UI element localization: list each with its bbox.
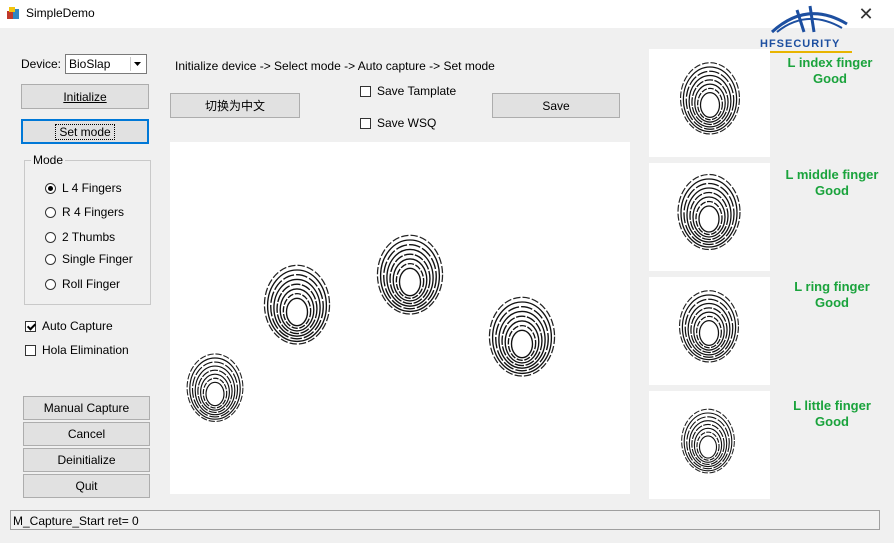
radio-roll[interactable]	[45, 278, 56, 290]
radio-r4[interactable]	[45, 206, 56, 218]
finger-name: L index finger	[787, 55, 873, 70]
save-template-label: Save Tamplate	[377, 84, 457, 98]
save-template-checkbox[interactable]	[360, 85, 371, 97]
app-icon	[7, 7, 19, 19]
mode-option-label: 2 Thumbs	[62, 230, 116, 244]
status-text: M_Capture_Start ret= 0	[13, 514, 139, 528]
save-wsq-label: Save WSQ	[377, 116, 437, 130]
finger-label-ring: L ring finger Good	[776, 279, 888, 311]
mode-option-label: R 4 Fingers	[62, 205, 125, 219]
capture-preview	[170, 142, 630, 494]
auto-capture-option[interactable]: Auto Capture	[25, 319, 113, 333]
initialize-button-label: Initialize	[63, 89, 107, 104]
status-bar: M_Capture_Start ret= 0	[10, 510, 880, 530]
save-button-label: Save	[542, 98, 570, 113]
radio-single[interactable]	[45, 253, 56, 265]
finger-thumb-middle	[649, 163, 770, 271]
radio-thumbs[interactable]	[45, 231, 56, 243]
device-select[interactable]: BioSlap	[65, 54, 147, 74]
initialize-button[interactable]: Initialize	[21, 84, 149, 109]
window-title: SimpleDemo	[26, 6, 95, 20]
instructions-text: Initialize device -> Select mode -> Auto…	[175, 59, 495, 73]
fingerprint-icon	[681, 408, 735, 474]
finger-thumb-ring	[649, 277, 770, 385]
cancel-button[interactable]: Cancel	[23, 422, 150, 446]
finger-thumb-index	[649, 49, 770, 157]
four-finger-image	[186, 234, 556, 423]
chevron-down-icon[interactable]	[130, 57, 144, 71]
manual-capture-label: Manual Capture	[43, 401, 130, 415]
mode-option-r4[interactable]: R 4 Fingers	[45, 205, 124, 219]
fingerprint-icon	[678, 290, 740, 363]
deinitialize-label: Deinitialize	[57, 453, 116, 467]
finger-quality: Good	[815, 295, 849, 310]
auto-capture-label: Auto Capture	[42, 319, 113, 333]
mode-option-label: L 4 Fingers	[62, 181, 122, 195]
finger-name: L ring finger	[794, 279, 870, 294]
mode-option-single[interactable]: Single Finger	[45, 252, 133, 266]
finger-name: L middle finger	[785, 167, 879, 182]
cancel-label: Cancel	[67, 427, 106, 441]
auto-capture-checkbox[interactable]	[25, 320, 36, 332]
hola-elimination-label: Hola Elimination	[42, 343, 129, 357]
finger-thumb-little	[649, 391, 770, 499]
hola-elimination-option[interactable]: Hola Elimination	[25, 343, 129, 357]
set-mode-button[interactable]: Set mode	[21, 119, 149, 144]
switch-language-button[interactable]: 切换为中文	[170, 93, 300, 118]
finger-quality: Good	[815, 183, 849, 198]
device-label: Device:	[21, 57, 62, 71]
mode-option-label: Roll Finger	[62, 277, 121, 291]
quit-label: Quit	[75, 479, 98, 493]
mode-option-roll[interactable]: Roll Finger	[45, 277, 120, 291]
finger-quality: Good	[815, 414, 849, 429]
fingerprint-icon	[679, 62, 741, 135]
mode-option-thumbs[interactable]: 2 Thumbs	[45, 230, 115, 244]
manual-capture-button[interactable]: Manual Capture	[23, 396, 150, 420]
deinitialize-button[interactable]: Deinitialize	[23, 448, 150, 472]
finger-label-middle: L middle finger Good	[776, 167, 888, 199]
save-wsq-checkbox[interactable]	[360, 117, 371, 129]
switch-language-label: 切换为中文	[204, 99, 265, 113]
set-mode-button-label: Set mode	[55, 123, 115, 140]
device-select-value: BioSlap	[69, 57, 111, 71]
finger-label-index: L index finger Good	[776, 55, 884, 87]
mode-legend: Mode	[31, 153, 66, 167]
fingerprint-icon	[677, 173, 741, 251]
finger-quality: Good	[813, 71, 847, 86]
logo-text: HFSECURITY	[760, 38, 841, 50]
mode-option-label: Single Finger	[62, 252, 133, 266]
mode-option-l4[interactable]: L 4 Fingers	[45, 181, 122, 195]
save-button[interactable]: Save	[492, 93, 620, 118]
save-template-option[interactable]: Save Tamplate	[360, 84, 456, 98]
save-wsq-option[interactable]: Save WSQ	[360, 116, 436, 130]
finger-name: L little finger	[793, 398, 871, 413]
radio-l4[interactable]	[45, 182, 56, 194]
quit-button[interactable]: Quit	[23, 474, 150, 498]
hola-elimination-checkbox[interactable]	[25, 344, 36, 356]
finger-label-little: L little finger Good	[776, 398, 888, 430]
